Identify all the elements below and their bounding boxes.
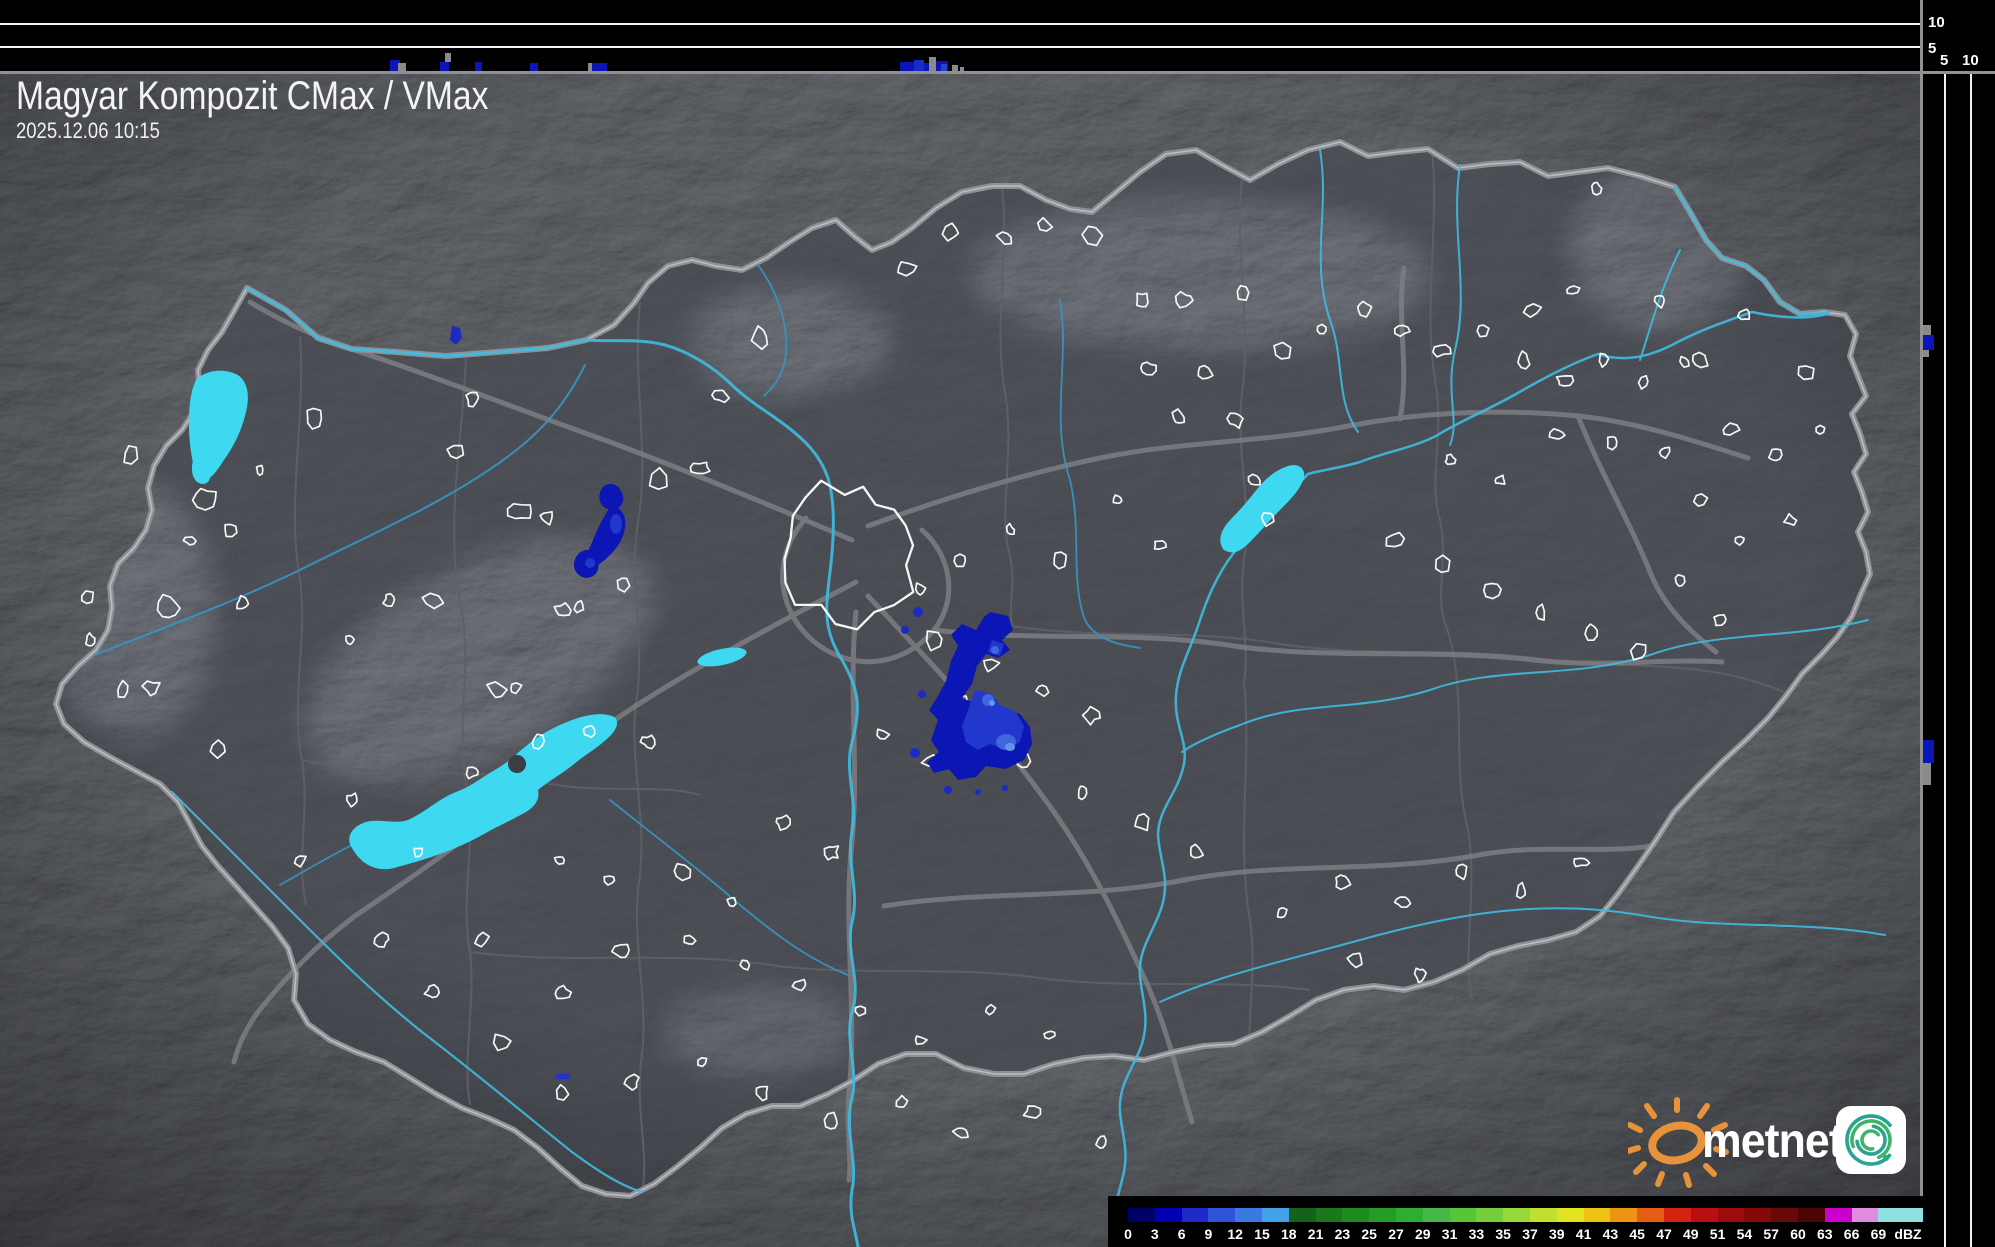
dbz-segment bbox=[1128, 1208, 1156, 1222]
dbz-tick-label: 37 bbox=[1522, 1226, 1538, 1242]
dbz-tick-label: 15 bbox=[1254, 1226, 1270, 1242]
echotop-mark bbox=[900, 62, 914, 71]
echotop-mark bbox=[929, 57, 936, 71]
dbz-segment bbox=[1583, 1208, 1611, 1222]
dbz-tick-label: 29 bbox=[1415, 1226, 1431, 1242]
echotop-mark bbox=[1923, 335, 1934, 350]
dbz-segment bbox=[1396, 1208, 1424, 1222]
dbz-tick-label: 21 bbox=[1307, 1226, 1324, 1242]
dbz-segment bbox=[1744, 1208, 1772, 1222]
dbz-segment bbox=[1824, 1208, 1853, 1222]
dbz-tick-label: 63 bbox=[1817, 1226, 1833, 1242]
height-line-10km bbox=[0, 23, 1920, 25]
dbz-segment bbox=[1503, 1208, 1531, 1222]
scale-label-5km-top: 5 bbox=[1928, 40, 1937, 57]
dbz-tick-label: 66 bbox=[1843, 1226, 1860, 1242]
dbz-tick-label: 9 bbox=[1204, 1226, 1213, 1242]
dbz-segment bbox=[1610, 1208, 1638, 1222]
height-line-right-10km bbox=[1970, 72, 1972, 1247]
dbz-segment bbox=[1556, 1208, 1585, 1222]
dbz-segment bbox=[1208, 1208, 1236, 1222]
dbz-segment bbox=[1154, 1208, 1183, 1222]
dbz-segment bbox=[1878, 1208, 1924, 1222]
dbz-tick-label: 54 bbox=[1736, 1226, 1753, 1242]
dbz-segment bbox=[1476, 1208, 1504, 1222]
dbz-segment bbox=[1690, 1208, 1719, 1222]
dbz-segment bbox=[1664, 1208, 1692, 1222]
dbz-unit-label: dBZ bbox=[1894, 1226, 1922, 1242]
dbz-tick-label: 25 bbox=[1361, 1226, 1377, 1242]
scale-label-10km-top: 10 bbox=[1928, 14, 1945, 31]
dbz-tick-label: 27 bbox=[1388, 1226, 1404, 1242]
metnet-wordmark: metnet bbox=[1702, 1115, 1844, 1168]
dbz-segment bbox=[1530, 1208, 1558, 1222]
dbz-tick-label: 23 bbox=[1334, 1226, 1351, 1242]
dbz-segment bbox=[1717, 1208, 1745, 1222]
dbz-tick-label: 6 bbox=[1177, 1226, 1186, 1242]
dbz-color-scale: dBZ 0 3 6 9 12 15 18 21 23 25 27 29 31 33 35 37 39 41 43 45… bbox=[1108, 1196, 1936, 1247]
echotop-panel-vertical bbox=[1920, 0, 1995, 1247]
dbz-tick-label: 18 bbox=[1281, 1226, 1297, 1242]
height-line-5km bbox=[0, 46, 1920, 48]
dbz-segment bbox=[1637, 1208, 1665, 1222]
dbz-tick-label: 39 bbox=[1549, 1226, 1565, 1242]
dbz-segment bbox=[1315, 1208, 1343, 1222]
radar-echo-small-s bbox=[556, 1074, 570, 1079]
echotop-mark bbox=[1923, 350, 1929, 357]
tihany-notch bbox=[508, 755, 526, 773]
dbz-tick-label: 33 bbox=[1468, 1226, 1485, 1242]
dbz-segment bbox=[1342, 1208, 1370, 1222]
dbz-segment bbox=[1262, 1208, 1290, 1222]
dbz-tick-label: 35 bbox=[1495, 1226, 1511, 1242]
dbz-tick-label: 3 bbox=[1150, 1226, 1159, 1242]
dbz-tick-label: 45 bbox=[1629, 1226, 1645, 1242]
echotop-mark bbox=[475, 62, 482, 71]
dbz-segment bbox=[1235, 1208, 1263, 1222]
metnet-app-icon bbox=[1836, 1106, 1906, 1174]
height-line-right-5km bbox=[1944, 72, 1946, 1247]
dbz-tick-label: 49 bbox=[1683, 1226, 1699, 1242]
scale-label-10km-right: 10 bbox=[1962, 52, 1979, 69]
echotop-panel-horizontal bbox=[0, 0, 1920, 72]
dbz-segment bbox=[1422, 1208, 1451, 1222]
dbz-segment bbox=[1288, 1208, 1317, 1222]
dbz-segment bbox=[1798, 1208, 1826, 1222]
hungary-radar-map bbox=[0, 72, 1920, 1247]
echotop-mark bbox=[914, 60, 924, 71]
echotop-mark bbox=[592, 63, 607, 71]
dbz-tick-label: 41 bbox=[1575, 1226, 1592, 1242]
dbz-segment bbox=[1181, 1208, 1209, 1222]
scale-label-5km-right: 5 bbox=[1940, 52, 1949, 69]
dbz-tick-label: 57 bbox=[1763, 1226, 1779, 1242]
dbz-tick-label: 60 bbox=[1790, 1226, 1806, 1242]
echotop-mark bbox=[1923, 740, 1934, 763]
echotop-mark bbox=[941, 64, 947, 71]
dbz-segment bbox=[1851, 1208, 1879, 1222]
dbz-tick-label: 0 bbox=[1124, 1226, 1132, 1242]
panel-baseline-vertical bbox=[1920, 0, 1923, 1247]
dbz-tick-label: 43 bbox=[1602, 1226, 1619, 1242]
echotop-mark bbox=[440, 62, 449, 71]
echotop-mark bbox=[1923, 325, 1931, 335]
dbz-segment bbox=[1771, 1208, 1799, 1222]
dbz-segment bbox=[1369, 1208, 1397, 1222]
echotop-mark bbox=[530, 63, 538, 71]
timestamp: 2025.12.06 10:15 bbox=[16, 118, 160, 143]
dbz-tick-label: 31 bbox=[1441, 1226, 1458, 1242]
page-title: Magyar Kompozit CMax / VMax bbox=[16, 74, 489, 118]
metnet-logo[interactable]: metnet bbox=[1625, 1096, 1918, 1188]
radar-composite-screen: 10 5 5 10 Magyar Kompozit CMax / VMax 20… bbox=[0, 0, 1995, 1247]
dbz-segment bbox=[1449, 1208, 1477, 1222]
dbz-tick-label: 69 bbox=[1870, 1226, 1887, 1242]
dbz-tick-label: 51 bbox=[1709, 1226, 1726, 1242]
dbz-tick-label: 47 bbox=[1656, 1226, 1672, 1242]
echotop-mark bbox=[398, 63, 406, 71]
echotop-mark bbox=[445, 53, 451, 62]
echotop-mark bbox=[1923, 763, 1931, 785]
dbz-tick-label: 12 bbox=[1227, 1226, 1243, 1242]
